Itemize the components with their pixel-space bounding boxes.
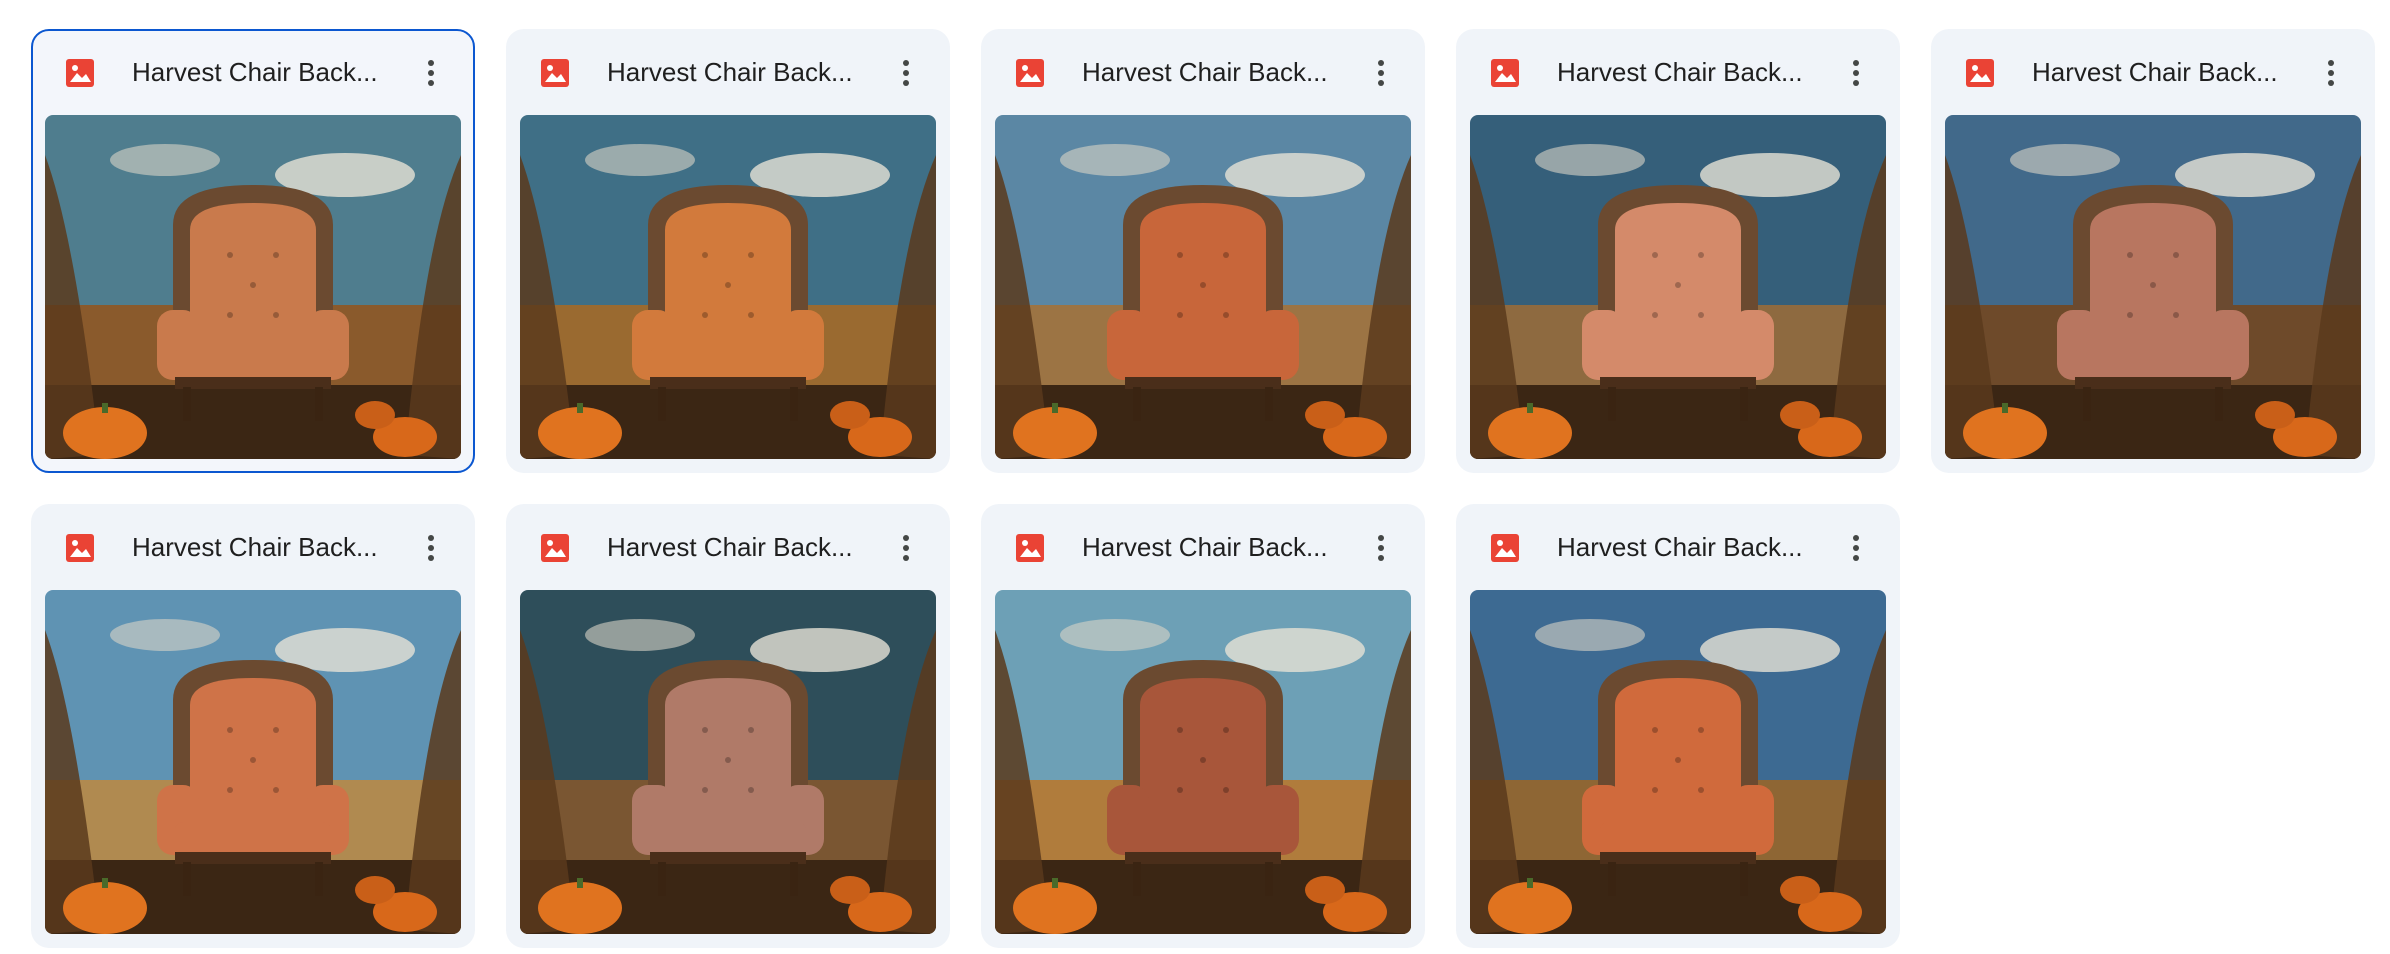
image-icon <box>1015 533 1045 563</box>
image-icon <box>1965 58 1995 88</box>
more-vert-icon <box>1853 60 1859 86</box>
more-vert-icon <box>428 535 434 561</box>
file-card[interactable]: Harvest Chair Back... <box>1456 29 1900 473</box>
harvest-chair-illustration <box>45 590 461 934</box>
card-header: Harvest Chair Back... <box>506 29 950 115</box>
image-icon <box>540 533 570 563</box>
card-header: Harvest Chair Back... <box>31 504 475 590</box>
more-options-button[interactable] <box>409 51 453 95</box>
harvest-chair-illustration <box>520 590 936 934</box>
file-thumbnail[interactable] <box>45 590 461 934</box>
more-vert-icon <box>1378 60 1384 86</box>
file-grid: Harvest Chair Back... Harvest Chair Back… <box>31 29 2375 948</box>
file-title: Harvest Chair Back... <box>2032 57 2278 87</box>
file-card[interactable]: Harvest Chair Back... <box>981 504 1425 948</box>
file-title: Harvest Chair Back... <box>1082 57 1328 87</box>
file-title: Harvest Chair Back... <box>1082 532 1328 562</box>
image-icon <box>1490 533 1520 563</box>
image-icon <box>1015 58 1045 88</box>
harvest-chair-illustration <box>520 115 936 459</box>
file-card[interactable]: Harvest Chair Back... <box>31 504 475 948</box>
card-header: Harvest Chair Back... <box>1456 29 1900 115</box>
file-title: Harvest Chair Back... <box>1557 532 1803 562</box>
more-options-button[interactable] <box>2309 51 2353 95</box>
card-header: Harvest Chair Back... <box>981 504 1425 590</box>
harvest-chair-illustration <box>995 115 1411 459</box>
more-vert-icon <box>1853 535 1859 561</box>
file-title: Harvest Chair Back... <box>607 532 853 562</box>
card-header: Harvest Chair Back... <box>1456 504 1900 590</box>
file-card[interactable]: Harvest Chair Back... <box>981 29 1425 473</box>
more-vert-icon <box>2328 60 2334 86</box>
file-thumbnail[interactable] <box>1470 590 1886 934</box>
harvest-chair-illustration <box>1470 590 1886 934</box>
card-header: Harvest Chair Back... <box>506 504 950 590</box>
file-card[interactable]: Harvest Chair Back... <box>506 29 950 473</box>
card-header: Harvest Chair Back... <box>981 29 1425 115</box>
file-card[interactable]: Harvest Chair Back... <box>1931 29 2375 473</box>
card-header: Harvest Chair Back... <box>33 31 473 117</box>
harvest-chair-illustration <box>1945 115 2361 459</box>
harvest-chair-illustration <box>995 590 1411 934</box>
card-header: Harvest Chair Back... <box>1931 29 2375 115</box>
more-options-button[interactable] <box>884 526 928 570</box>
file-thumbnail[interactable] <box>45 115 461 459</box>
more-options-button[interactable] <box>1834 526 1878 570</box>
file-thumbnail[interactable] <box>520 590 936 934</box>
file-title: Harvest Chair Back... <box>607 57 853 87</box>
image-icon <box>65 58 95 88</box>
file-card[interactable]: Harvest Chair Back... <box>1456 504 1900 948</box>
file-thumbnail[interactable] <box>995 590 1411 934</box>
file-title: Harvest Chair Back... <box>132 532 378 562</box>
file-thumbnail[interactable] <box>1945 115 2361 459</box>
more-vert-icon <box>428 60 434 86</box>
more-options-button[interactable] <box>1834 51 1878 95</box>
file-thumbnail[interactable] <box>1470 115 1886 459</box>
more-vert-icon <box>903 60 909 86</box>
more-options-button[interactable] <box>1359 51 1403 95</box>
more-vert-icon <box>1378 535 1384 561</box>
file-thumbnail[interactable] <box>520 115 936 459</box>
harvest-chair-illustration <box>1470 115 1886 459</box>
file-title: Harvest Chair Back... <box>132 57 378 87</box>
more-options-button[interactable] <box>884 51 928 95</box>
file-card[interactable]: Harvest Chair Back... <box>31 29 475 473</box>
image-icon <box>65 533 95 563</box>
image-icon <box>540 58 570 88</box>
more-options-button[interactable] <box>409 526 453 570</box>
file-title: Harvest Chair Back... <box>1557 57 1803 87</box>
image-icon <box>1490 58 1520 88</box>
harvest-chair-illustration <box>45 115 461 459</box>
more-vert-icon <box>903 535 909 561</box>
file-card[interactable]: Harvest Chair Back... <box>506 504 950 948</box>
more-options-button[interactable] <box>1359 526 1403 570</box>
file-thumbnail[interactable] <box>995 115 1411 459</box>
